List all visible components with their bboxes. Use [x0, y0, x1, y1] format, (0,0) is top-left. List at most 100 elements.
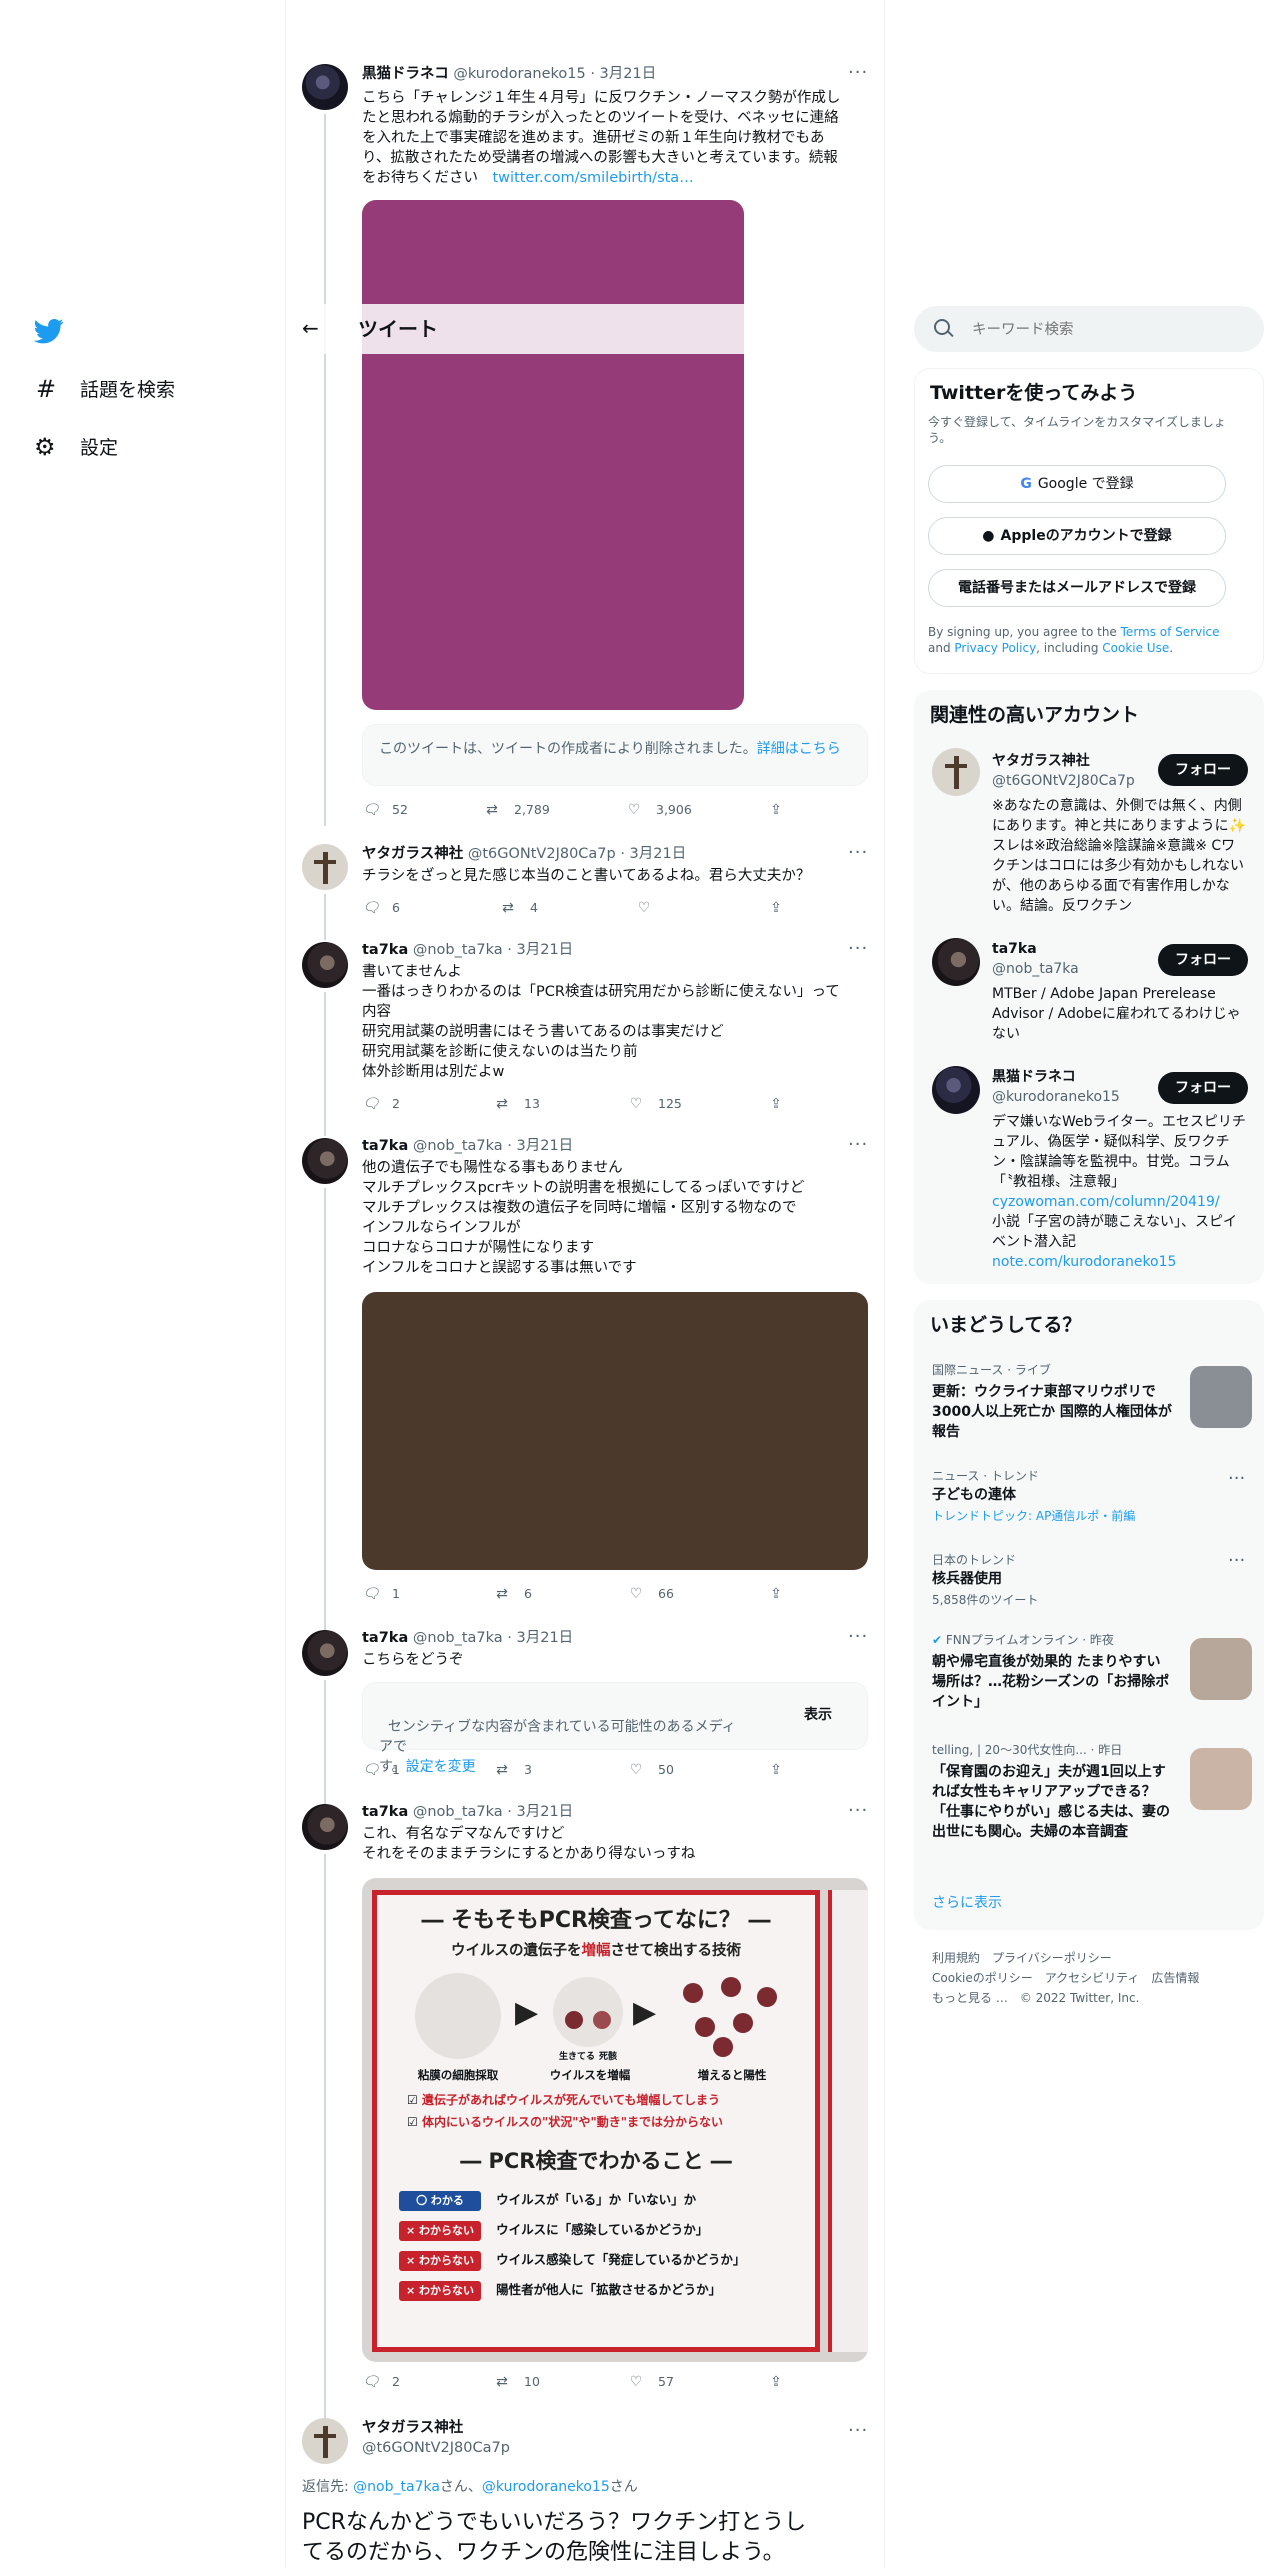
follow-button[interactable]: フォロー [1158, 944, 1248, 976]
account-name[interactable]: 黒猫ドラネコ [992, 1068, 1076, 1087]
avatar[interactable] [302, 64, 348, 110]
share-icon: ⇪ [770, 1586, 782, 1602]
account-handle[interactable]: @t6GONtV2J80Ca7p [992, 772, 1135, 791]
reply-user-link[interactable]: @kurodoraneko15 [482, 2479, 610, 2495]
more-icon[interactable]: ··· [848, 2422, 868, 2440]
bio-link[interactable]: cyzowoman.com/column/20419/ [992, 1194, 1220, 1210]
handle-date[interactable]: @t6GONtV2J80Ca7p · 3月21日 [468, 846, 686, 862]
trend-item[interactable]: 国際ニュース · ライブ 更新：ウクライナ東部マリウポリで3000人以上死亡か … [914, 1358, 1264, 1448]
more-icon[interactable]: ··· [848, 844, 868, 862]
retweet-button[interactable]: ⇄ 13 [494, 1096, 540, 1112]
terms-link[interactable]: Terms of Service [1121, 625, 1220, 639]
share-button[interactable]: ⇪ [768, 1762, 798, 1778]
twitter-logo-icon[interactable] [33, 316, 64, 346]
like-button[interactable]: ♡ [636, 900, 666, 916]
like-button[interactable]: ♡ 3,906 [626, 802, 692, 818]
reply-button[interactable]: 🗨 1 [362, 1762, 400, 1778]
cookie-link[interactable]: Cookie Use [1102, 641, 1169, 655]
display-name[interactable]: ta7ka [362, 1630, 408, 1646]
handle-date[interactable]: @nob_ta7ka · 3月21日 [413, 1630, 573, 1646]
apple-signup-button[interactable]: ● Appleのアカウントで登録 [928, 517, 1226, 555]
reply-user-link[interactable]: @nob_ta7ka [353, 2479, 440, 2495]
phone-email-signup-button[interactable]: 電話番号またはメールアドレスで登録 [928, 569, 1226, 607]
handle[interactable]: @t6GONtV2J80Ca7p [362, 2438, 510, 2458]
share-button[interactable]: ⇪ [768, 1586, 798, 1602]
avatar[interactable] [302, 1804, 348, 1850]
display-name[interactable]: ta7ka [362, 1138, 408, 1154]
bio-link[interactable]: note.com/kurodoraneko15 [992, 1254, 1176, 1270]
signup-title: Twitterを使ってみよう [930, 382, 1138, 404]
account-handle[interactable]: @nob_ta7ka [992, 960, 1079, 979]
trend-item[interactable]: telling, | 20～30代女性向... · 昨日 「保育園のお迎え」夫が… [914, 1740, 1264, 1864]
more-icon[interactable]: ··· [848, 1136, 868, 1154]
reply-button[interactable]: 🗨 2 [362, 2374, 400, 2390]
reply-button[interactable]: 🗨 6 [362, 900, 400, 916]
display-name[interactable]: 黒猫ドラネコ [362, 66, 449, 82]
avatar[interactable] [932, 1066, 980, 1114]
trend-item[interactable]: ✔ FNNプライムオンライン · 昨夜 朝や帰宅直後が効果的 たまりやすい場所は… [914, 1630, 1264, 1722]
show-media-button[interactable]: 表示 [804, 1705, 832, 1725]
avatar[interactable] [302, 1630, 348, 1676]
avatar[interactable] [302, 2418, 348, 2464]
reply-button[interactable]: 🗨 2 [362, 1096, 400, 1112]
tweet-image-flyer[interactable]: ― そもそもPCR検査ってなに？ ― ウイルスの遺伝子を増幅させて検出する技術 … [362, 1878, 868, 2362]
retweet-button[interactable]: ⇄ 3 [494, 1762, 532, 1778]
display-name[interactable]: ta7ka [362, 1804, 408, 1820]
account-name[interactable]: ta7ka [992, 940, 1037, 959]
flyer-row: × わからない ウイルス感染して「発症しているかどうか」 [399, 2249, 745, 2271]
account-name[interactable]: ヤタガラス神社 [992, 752, 1090, 771]
display-name[interactable]: ヤタガラス神社 [362, 846, 463, 862]
more-icon[interactable]: ··· [848, 1802, 868, 1820]
more-icon[interactable]: ··· [848, 64, 868, 82]
more-icon[interactable]: ··· [1228, 1552, 1245, 1570]
like-button[interactable]: ♡ 66 [628, 1586, 674, 1602]
handle-date[interactable]: @nob_ta7ka · 3月21日 [413, 942, 573, 958]
nav-settings[interactable]: ⚙ 設定 [34, 432, 214, 464]
follow-button[interactable]: フォロー [1158, 1072, 1248, 1104]
reply-button[interactable]: 🗨 1 [362, 1586, 400, 1602]
avatar[interactable] [302, 942, 348, 988]
handle-date[interactable]: @nob_ta7ka · 3月21日 [413, 1804, 573, 1820]
like-button[interactable]: ♡ 50 [628, 1762, 674, 1778]
trend-item[interactable]: 日本のトレンド 核兵器使用 5,858件のツイート ··· [914, 1546, 1264, 1610]
search-input[interactable] [970, 318, 1244, 342]
more-icon[interactable]: ··· [848, 940, 868, 958]
learn-more-link[interactable]: 詳細はこちら [757, 741, 841, 757]
follow-button[interactable]: フォロー [1158, 754, 1248, 786]
avatar[interactable] [932, 748, 980, 796]
google-signup-button[interactable]: G Google で登録 [928, 465, 1226, 503]
like-button[interactable]: ♡ 57 [628, 2374, 674, 2390]
privacy-link[interactable]: Privacy Policy [954, 641, 1036, 655]
trend-sub: トレンドトピック: AP通信ルポ・前編 [932, 1509, 1136, 1523]
back-arrow-icon[interactable]: ← [302, 315, 319, 341]
retweet-button[interactable]: ⇄ 4 [500, 900, 538, 916]
tweet-image[interactable] [362, 200, 744, 710]
display-name[interactable]: ヤタガラス神社 [362, 2418, 463, 2438]
more-icon[interactable]: ··· [1228, 1470, 1245, 1488]
reply-button[interactable]: 🗨 52 [362, 802, 408, 818]
retweet-button[interactable]: ⇄ 6 [494, 1586, 532, 1602]
like-button[interactable]: ♡ 125 [628, 1096, 682, 1112]
show-more-link[interactable]: さらに表示 [932, 1894, 1002, 1913]
share-button[interactable]: ⇪ [768, 1096, 798, 1112]
search-box[interactable] [914, 306, 1264, 352]
footer-links[interactable]: 利用規約 プライバシーポリシー Cookieのポリシー アクセシビリティ 広告情… [932, 1948, 1199, 2008]
avatar[interactable] [302, 1138, 348, 1184]
share-button[interactable]: ⇪ [768, 2374, 798, 2390]
handle-date[interactable]: @nob_ta7ka · 3月21日 [413, 1138, 573, 1154]
tweet-image[interactable] [362, 1292, 868, 1570]
trend-item[interactable]: ニュース · トレンド 子どもの連体 トレンドトピック: AP通信ルポ・前編 ·… [914, 1464, 1264, 1528]
flyer-row: × わからない ウイルスに「感染しているかどうか」 [399, 2219, 708, 2241]
handle-date[interactable]: @kurodoraneko15 · 3月21日 [453, 66, 656, 82]
more-icon[interactable]: ··· [848, 1628, 868, 1646]
retweet-button[interactable]: ⇄ 10 [494, 2374, 540, 2390]
avatar[interactable] [932, 938, 980, 986]
retweet-button[interactable]: ⇄ 2,789 [484, 802, 550, 818]
share-button[interactable]: ⇪ [768, 900, 798, 916]
avatar[interactable] [302, 844, 348, 890]
account-handle[interactable]: @kurodoraneko15 [992, 1088, 1120, 1107]
tweet-link[interactable]: twitter.com/smilebirth/sta… [493, 170, 694, 186]
share-button[interactable]: ⇪ [768, 802, 798, 818]
display-name[interactable]: ta7ka [362, 942, 408, 958]
nav-explore[interactable]: # 話題を検索 [34, 374, 214, 406]
